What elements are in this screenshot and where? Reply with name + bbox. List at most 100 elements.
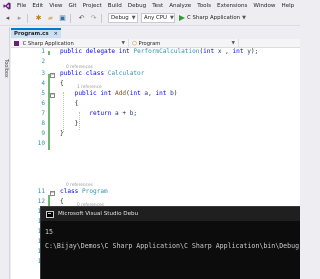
code-token: class (60, 188, 83, 195)
line-number: 5 (41, 90, 45, 97)
toolbar-separator (101, 13, 102, 23)
line-number: 11 (37, 188, 45, 195)
menu-bar: File Edit View Git Project Build Debug Test Anal… (0, 0, 300, 11)
code-token: class (85, 70, 108, 77)
platform-value: Any CPU (144, 15, 167, 21)
csharp-project-icon (14, 40, 19, 46)
menu-item-project[interactable]: Project (80, 3, 105, 9)
code-token: delegate (85, 48, 119, 55)
console-icon (46, 210, 54, 218)
chevron-down-icon: ▼ (131, 15, 136, 21)
code-line: public delegate int PerformCalculation(i… (60, 48, 258, 55)
project-name: C Sharp Application (22, 40, 74, 47)
menu-item-git[interactable]: Git (66, 3, 80, 9)
menu-item-edit[interactable]: Edit (29, 3, 46, 9)
code-line: return a + b; (60, 110, 137, 117)
code-token: { (60, 198, 64, 205)
type-name: Program (138, 40, 161, 47)
visual-studio-logo-icon[interactable] (3, 1, 11, 10)
open-folder-icon[interactable]: ▰ (46, 14, 55, 23)
project-dropdown[interactable]: C Sharp Application ▼ (11, 39, 129, 48)
code-line: public int Add(int a, int b) (60, 90, 178, 97)
document-tabs: Program.cs × (11, 28, 62, 38)
line-number: 6 (41, 100, 45, 107)
code-token: ) (173, 90, 178, 97)
start-debugging-button[interactable]: C Sharp Application ▼ (179, 15, 246, 21)
configuration-value: Debug (111, 15, 129, 21)
chevron-down-icon: ▼ (231, 41, 235, 46)
console-output-line: C:\Bijay\Demos\C Sharp Application\C Sha… (45, 242, 300, 250)
chevron-down-icon: ▼ (121, 41, 125, 46)
code-line: } (60, 130, 64, 137)
code-line: public class Calculator (60, 70, 144, 77)
undo-icon[interactable]: ↶ (77, 14, 86, 23)
line-number: 8 (41, 120, 45, 127)
class-icon: ⬡ (132, 40, 137, 47)
menu-item-file[interactable]: File (14, 3, 29, 9)
tab-program-cs[interactable]: Program.cs × (11, 28, 62, 38)
code-token: } (60, 120, 79, 127)
redo-icon[interactable]: ↷ (89, 14, 98, 23)
menu-item-analyze[interactable]: Analyze (166, 3, 194, 9)
code-token: int (100, 90, 116, 97)
code-token: public (60, 48, 86, 55)
menu-item-view[interactable]: View (46, 3, 65, 9)
code-token: ); (250, 48, 259, 55)
menu-item-tools[interactable]: Tools (194, 3, 214, 9)
change-indicator (48, 51, 50, 55)
debug-console-window[interactable]: Microsoft Visual Studio Debu 15 C:\Bijay… (40, 206, 300, 279)
code-token: PerformCalculation (133, 48, 200, 55)
code-token: int (155, 90, 171, 97)
code-token: return (60, 110, 116, 117)
save-all-icon[interactable]: ▣ (58, 14, 67, 23)
configuration-dropdown[interactable]: Debug ▼ (108, 13, 138, 23)
platform-dropdown[interactable]: Any CPU ▼ (141, 13, 175, 23)
close-icon[interactable]: × (54, 31, 59, 37)
line-number: 4 (41, 80, 45, 87)
code-token: { (60, 100, 79, 107)
line-number: 7 (41, 110, 45, 117)
new-item-icon[interactable]: ✱ (34, 14, 43, 23)
code-line: class Program (60, 188, 108, 195)
navigation-bar: C Sharp Application ▼ ⬡ Program ▼ (11, 39, 300, 48)
menu-item-extensions[interactable]: Extensions (214, 3, 250, 9)
code-token: + (118, 110, 130, 117)
chevron-down-icon: ▼ (169, 15, 174, 21)
code-token: ; (133, 110, 138, 117)
toolbar-separator (70, 13, 71, 23)
code-line: { (60, 100, 79, 107)
collapse-icon[interactable]: − (50, 93, 55, 98)
tab-title: Program.cs (14, 31, 49, 37)
toolbox-tab[interactable]: Toolbox (1, 59, 9, 78)
menu-item-debug[interactable]: Debug (125, 3, 149, 9)
forward-icon[interactable]: ▸ (15, 14, 24, 23)
collapse-icon[interactable]: − (50, 73, 55, 78)
menu-item-build[interactable]: Build (105, 3, 125, 9)
line-number: 2 (41, 58, 45, 65)
code-token: int (129, 90, 145, 97)
change-indicator (48, 74, 50, 150)
code-token: Calculator (107, 70, 145, 77)
menu-item-test[interactable]: Test (149, 3, 166, 9)
type-dropdown[interactable]: ⬡ Program ▼ (129, 39, 239, 48)
code-token: public (60, 70, 86, 77)
code-token: int (232, 48, 248, 55)
line-number: 10 (37, 140, 45, 147)
toolbar-separator (27, 13, 28, 23)
menu-item-help[interactable]: Help (278, 3, 297, 9)
code-token: int (118, 48, 134, 55)
code-token: , (221, 48, 233, 55)
code-token: { (60, 80, 64, 87)
code-token: int (203, 48, 218, 55)
back-icon[interactable]: ◂ (3, 14, 12, 23)
chevron-down-icon: ▼ (242, 15, 246, 21)
collapse-icon[interactable]: − (50, 191, 55, 196)
line-number: 9 (41, 130, 45, 137)
console-title-bar[interactable]: Microsoft Visual Studio Debu (41, 207, 300, 221)
line-number: 1 (41, 48, 45, 55)
line-number: 3 (41, 70, 45, 77)
console-output-line: 15 (45, 228, 53, 236)
menu-item-window[interactable]: Window (250, 3, 278, 9)
menu-items: File Edit View Git Project Build Debug Test Anal… (14, 3, 297, 9)
code-token: } (60, 130, 64, 137)
